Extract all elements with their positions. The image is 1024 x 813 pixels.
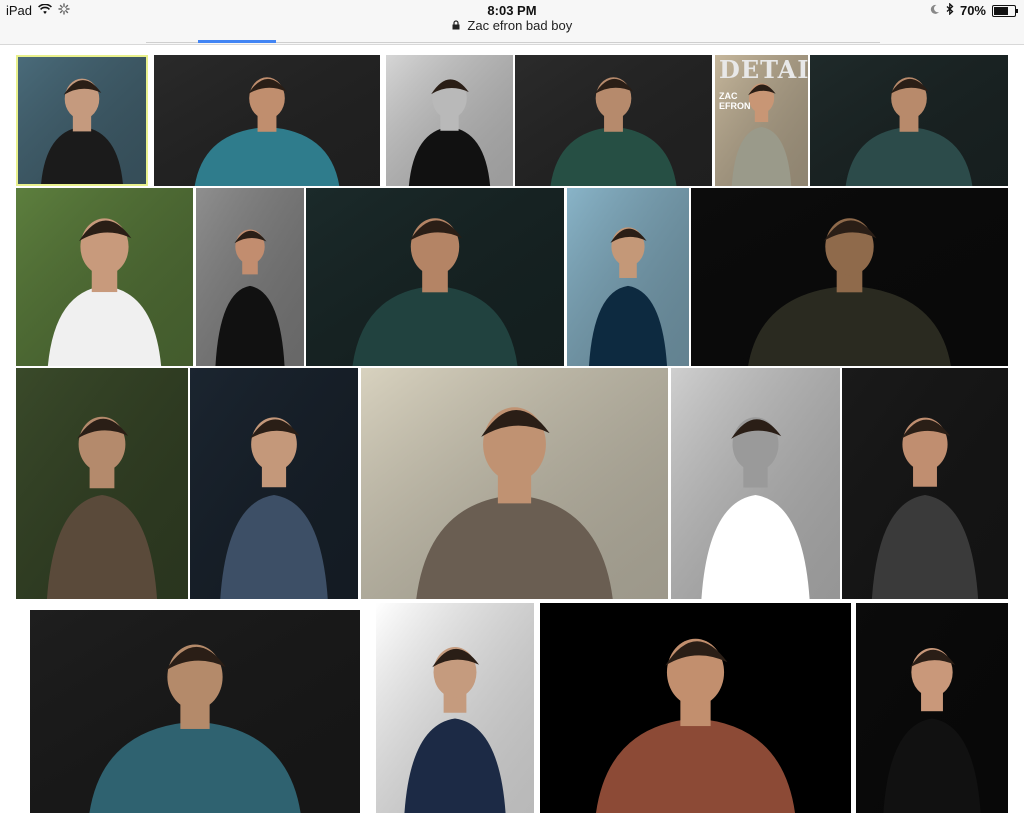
lock-icon — [452, 20, 460, 33]
battery-icon — [992, 4, 1018, 17]
image-result-thumbnail[interactable] — [386, 55, 513, 186]
image-result-thumbnail[interactable] — [16, 188, 193, 366]
image-result-thumbnail[interactable] — [856, 603, 1008, 813]
tab-divider — [276, 42, 880, 43]
status-right: 70% — [929, 2, 1018, 18]
thumbnail-image — [361, 368, 668, 599]
thumbnail-image — [386, 55, 513, 186]
image-result-thumbnail[interactable] — [671, 368, 840, 599]
image-result-thumbnail[interactable] — [30, 610, 360, 813]
battery-percent: 70% — [959, 3, 986, 18]
image-result-thumbnail[interactable] — [540, 603, 851, 813]
image-result-thumbnail[interactable] — [154, 55, 380, 186]
image-result-thumbnail[interactable] — [16, 55, 148, 186]
image-result-thumbnail[interactable] — [196, 188, 304, 366]
image-result-thumbnail[interactable]: DETAILS ZACEFRON — [715, 55, 808, 186]
thumbnail-image — [30, 610, 360, 813]
active-tab-indicator — [198, 40, 276, 43]
image-result-thumbnail[interactable] — [567, 188, 689, 366]
image-result-thumbnail[interactable] — [515, 55, 712, 186]
image-result-thumbnail[interactable] — [190, 368, 358, 599]
thumbnail-image — [540, 603, 851, 813]
thumbnail-image — [856, 603, 1008, 813]
magazine-title: DETAILS — [719, 55, 808, 84]
thumbnail-image — [691, 188, 1008, 366]
thumbnail-image — [515, 55, 712, 186]
thumbnail-image — [842, 368, 1008, 599]
thumbnail-image — [16, 368, 188, 599]
moon-icon — [929, 3, 940, 18]
magazine-cover-line: ZAC EFRON — [719, 91, 751, 111]
thumbnail-image — [376, 603, 534, 813]
thumbnail-image — [154, 55, 380, 186]
thumbnail-image — [196, 188, 304, 366]
image-result-thumbnail[interactable] — [691, 188, 1008, 366]
thumbnail-image — [306, 188, 564, 366]
image-results-grid: DETAILS ZACEFRON — [0, 45, 1024, 813]
tab-divider — [146, 42, 198, 43]
page-title: Zac efron bad boy — [467, 18, 573, 33]
address-bar[interactable]: Zac efron bad boy — [0, 18, 1024, 40]
image-result-thumbnail[interactable] — [376, 603, 534, 813]
thumbnail-image — [16, 188, 193, 366]
image-result-thumbnail[interactable] — [361, 368, 668, 599]
image-result-thumbnail[interactable] — [810, 55, 1008, 186]
thumbnail-image — [18, 57, 146, 184]
image-result-thumbnail[interactable] — [16, 368, 188, 599]
image-result-thumbnail[interactable] — [842, 368, 1008, 599]
bluetooth-icon — [946, 2, 954, 18]
image-result-thumbnail[interactable] — [306, 188, 564, 366]
thumbnail-image — [567, 188, 689, 366]
clock: 8:03 PM — [487, 3, 537, 18]
thumbnail-image — [671, 368, 840, 599]
thumbnail-image — [190, 368, 358, 599]
battery-fill — [994, 6, 1008, 15]
thumbnail-image — [810, 55, 1008, 186]
